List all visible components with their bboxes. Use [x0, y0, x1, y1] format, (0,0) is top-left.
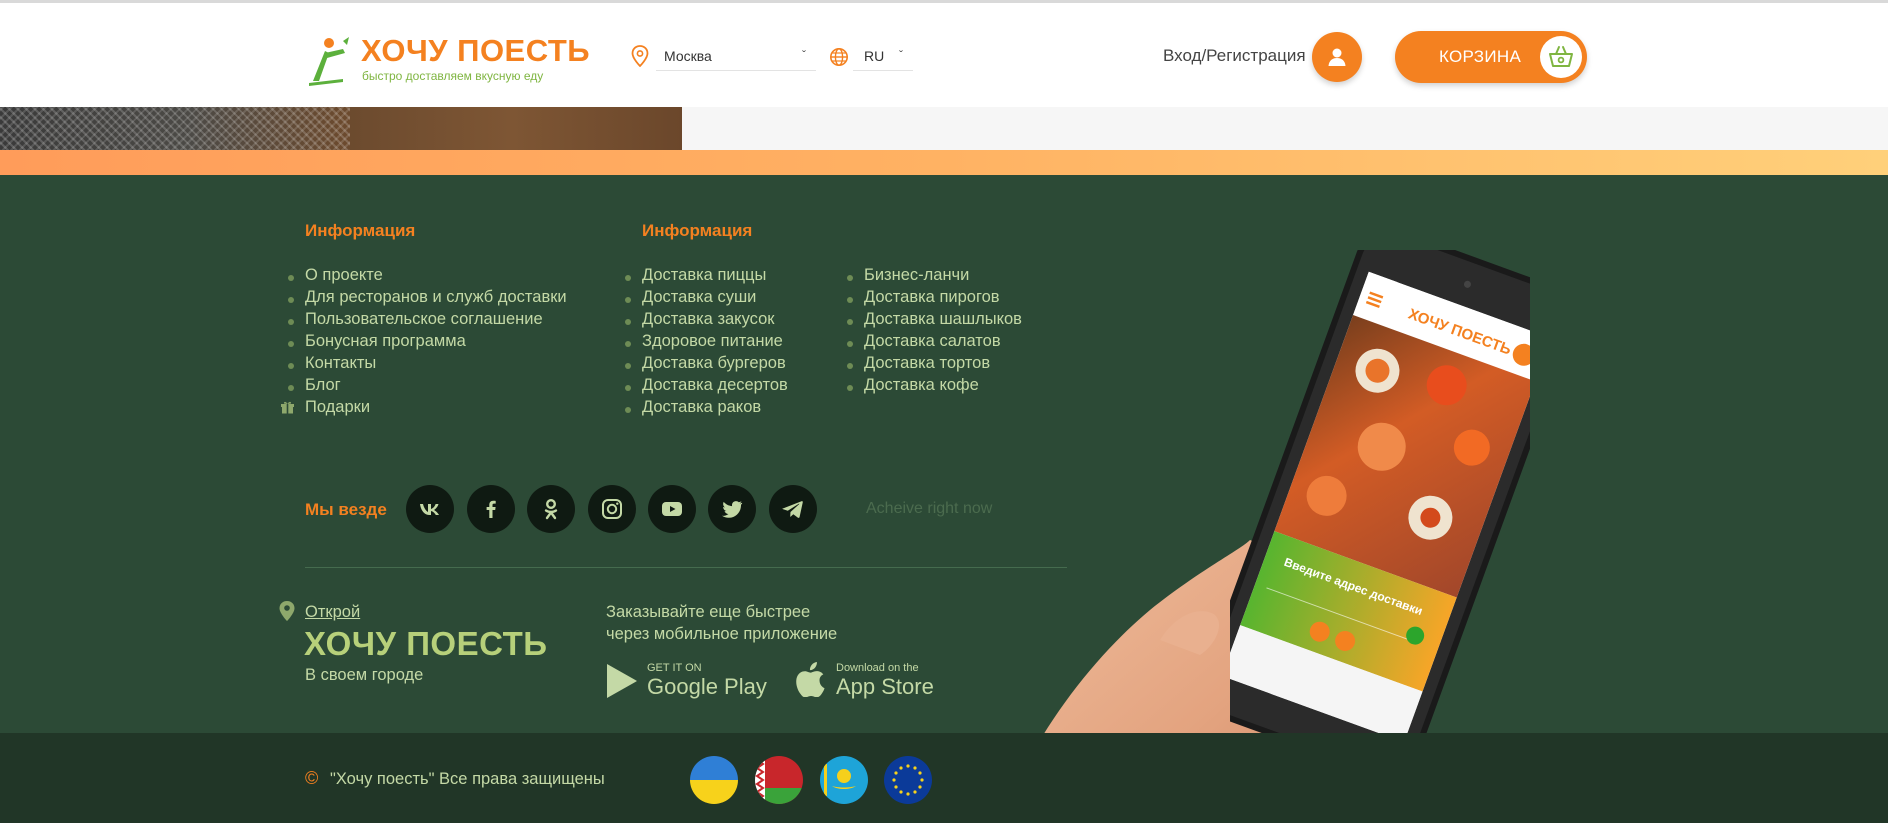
instagram-icon — [602, 499, 622, 519]
footer-link[interactable]: Доставка тортов — [847, 354, 1022, 376]
hero-light-strip — [682, 107, 1888, 152]
city-value: Москва — [664, 48, 712, 64]
cart-button[interactable]: КОРЗИНА — [1395, 31, 1587, 83]
footer-link[interactable]: Пользовательское соглашение — [288, 310, 567, 332]
footer-link[interactable]: Доставка салатов — [847, 332, 1022, 354]
footer-link[interactable]: Бонусная программа — [288, 332, 567, 354]
footer-link[interactable]: Доставка пирогов — [847, 288, 1022, 310]
twitter-icon — [722, 501, 743, 518]
footer-link-gifts-label: Подарки — [305, 398, 371, 416]
youtube-button[interactable] — [648, 485, 696, 533]
google-play-small-text: GET IT ON — [647, 662, 702, 674]
vk-button[interactable] — [406, 485, 454, 533]
footer-col1-title: Информация — [305, 221, 416, 240]
google-play-big-text: Google Play — [647, 674, 767, 699]
facebook-icon — [486, 500, 496, 518]
telegram-button[interactable] — [769, 485, 817, 533]
chevron-down-icon: ˇ — [802, 48, 806, 62]
city-subtitle: В своем городе — [305, 666, 424, 684]
footer-link[interactable]: Для ресторанов и служб доставки — [288, 288, 567, 310]
footer-bottom-bar — [0, 733, 1888, 823]
google-play-button[interactable]: GET IT ON Google Play — [606, 660, 767, 702]
eu-flag-icon — [884, 756, 932, 804]
footer-link[interactable]: Блог — [288, 376, 567, 398]
city-selector[interactable]: ˇ Москва — [631, 43, 821, 71]
basket-icon — [1549, 46, 1573, 67]
footer-link[interactable]: Доставка раков — [625, 398, 788, 420]
footer-col2-title: Информация — [642, 221, 753, 240]
footer-link[interactable]: Доставка суши — [625, 288, 788, 310]
user-icon — [1328, 48, 1346, 66]
language-selector[interactable]: ˇ RU — [829, 43, 914, 71]
footer-link[interactable]: Контакты — [288, 354, 567, 376]
app-promo-line2: через мобильное приложение — [606, 625, 838, 643]
footer-link[interactable]: Доставка закусок — [625, 310, 788, 332]
site-header: ХОЧУ ПОЕСТЬ быстро доставляем вкусную ед… — [0, 0, 1888, 107]
google-play-icon — [607, 664, 637, 698]
app-store-small-text: Download on the — [836, 662, 919, 674]
location-pin-icon — [279, 601, 295, 621]
footer-divider — [305, 567, 1067, 568]
user-account-button[interactable] — [1312, 32, 1362, 82]
instagram-button[interactable] — [588, 485, 636, 533]
app-store-button[interactable]: Download on the App Store — [795, 660, 945, 702]
open-city-link[interactable]: Открой — [305, 603, 360, 622]
phone-mockup: ХОЧУ ПОЕСТЬ Введите адрес доставки — [1230, 250, 1530, 770]
footer-link[interactable]: Здоровое питание — [625, 332, 788, 354]
globe-icon — [830, 48, 848, 66]
footer-link[interactable]: Доставка шашлыков — [847, 310, 1022, 332]
ukraine-flag[interactable] — [690, 756, 738, 804]
facebook-button[interactable] — [467, 485, 515, 533]
footer-link-gifts[interactable]: Подарки — [281, 398, 567, 420]
apple-icon — [796, 662, 825, 697]
vk-icon — [420, 504, 439, 515]
brand-name: ХОЧУ ПОЕСТЬ — [304, 625, 548, 662]
footer-delivery-links-1: Доставка пиццы Доставка суши Доставка за… — [625, 266, 788, 420]
kazakhstan-flag[interactable] — [820, 756, 868, 804]
telegram-icon — [782, 501, 803, 518]
ukraine-flag-icon — [690, 756, 738, 804]
logo-runner-icon — [309, 37, 349, 86]
logo-title: ХОЧУ ПОЕСТЬ — [361, 33, 591, 68]
logo[interactable]: ХОЧУ ПОЕСТЬ быстро доставляем вкусную ед… — [303, 31, 590, 87]
belarus-flag-icon — [755, 756, 803, 804]
footer-delivery-links-2: Бизнес-ланчи Доставка пирогов Доставка ш… — [847, 266, 1022, 398]
twitter-button[interactable] — [708, 485, 756, 533]
footer-link[interactable]: Доставка десертов — [625, 376, 788, 398]
odnoklassniki-button[interactable] — [527, 485, 575, 533]
language-value: RU — [864, 48, 885, 64]
app-promo-line1: Заказывайте еще быстрее — [606, 603, 811, 621]
location-pin-icon — [631, 45, 649, 67]
social-title: Мы везде — [305, 500, 387, 519]
gift-icon — [281, 401, 294, 414]
orange-divider-band — [0, 150, 1888, 178]
copyright-text: "Хочу поесть" Все права защищены — [330, 770, 605, 788]
site-footer — [0, 175, 1888, 733]
logo-subtitle: быстро доставляем вкусную еду — [362, 69, 544, 83]
footer-link[interactable]: Бизнес-ланчи — [847, 266, 1022, 288]
chevron-down-icon: ˇ — [899, 48, 903, 62]
footer-link[interactable]: О проекте — [288, 266, 567, 288]
app-store-big-text: App Store — [836, 674, 934, 699]
kazakhstan-flag-icon — [820, 756, 868, 804]
achieve-text: Acheive right now — [866, 500, 993, 517]
cart-label: КОРЗИНА — [1439, 47, 1522, 66]
footer-link[interactable]: Доставка бургеров — [625, 354, 788, 376]
belarus-flag[interactable] — [755, 756, 803, 804]
odnoklassniki-icon — [544, 499, 558, 520]
eu-flag[interactable] — [884, 756, 932, 804]
footer-info-links: О проекте Для ресторанов и служб доставк… — [281, 266, 567, 420]
hero-lace-texture — [0, 107, 350, 152]
footer-link[interactable]: Доставка кофе — [847, 376, 1022, 398]
copyright-icon: © — [305, 768, 319, 788]
footer-link[interactable]: Доставка пиццы — [625, 266, 788, 288]
youtube-icon — [662, 502, 682, 516]
login-register-link[interactable]: Вход/Регистрация — [1163, 46, 1306, 66]
